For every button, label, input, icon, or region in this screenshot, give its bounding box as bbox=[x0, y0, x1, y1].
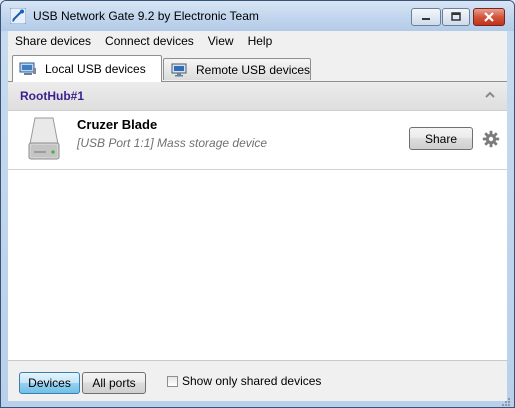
devices-button[interactable]: Devices bbox=[19, 372, 80, 394]
menu-share-devices[interactable]: Share devices bbox=[8, 34, 98, 48]
menu-bar: Share devices Connect devices View Help bbox=[8, 31, 507, 52]
resize-grip-icon[interactable] bbox=[501, 397, 511, 407]
menu-view[interactable]: View bbox=[201, 34, 241, 48]
show-only-shared-checkbox[interactable] bbox=[167, 375, 178, 387]
main-content: Local USB devices Remote USB devices Roo… bbox=[8, 51, 507, 401]
bottom-bar: Devices All ports Show only shared devic… bbox=[8, 360, 507, 401]
external-drive-icon bbox=[28, 117, 60, 160]
menu-connect-devices[interactable]: Connect devices bbox=[98, 34, 201, 48]
hub-title: RootHub#1 bbox=[20, 89, 84, 103]
minimize-button[interactable] bbox=[411, 8, 441, 26]
tab-remote-usb-devices[interactable]: Remote USB devices bbox=[163, 58, 311, 80]
show-only-shared-label: Show only shared devices bbox=[182, 374, 322, 388]
hub-header[interactable]: RootHub#1 bbox=[8, 82, 507, 111]
all-ports-button[interactable]: All ports bbox=[82, 372, 146, 394]
minimize-icon bbox=[422, 18, 430, 20]
gear-icon[interactable] bbox=[482, 130, 500, 148]
menu-help[interactable]: Help bbox=[241, 34, 280, 48]
app-window: USB Network Gate 9.2 by Electronic Team … bbox=[0, 0, 515, 408]
close-button[interactable] bbox=[473, 8, 505, 26]
tab-local-usb-devices-label: Local USB devices bbox=[45, 62, 146, 76]
window-title: USB Network Gate 9.2 by Electronic Team bbox=[33, 9, 259, 23]
chevron-up-icon[interactable] bbox=[484, 90, 496, 100]
tab-remote-usb-devices-label: Remote USB devices bbox=[196, 62, 311, 77]
remote-monitor-icon bbox=[171, 63, 187, 76]
tab-strip: Local USB devices Remote USB devices bbox=[8, 51, 507, 82]
show-only-shared-toggle[interactable]: Show only shared devices bbox=[167, 374, 321, 388]
title-bar[interactable]: USB Network Gate 9.2 by Electronic Team bbox=[1, 1, 514, 31]
tab-local-usb-devices[interactable]: Local USB devices bbox=[12, 55, 162, 82]
maximize-icon bbox=[451, 12, 461, 21]
share-button[interactable]: Share bbox=[409, 127, 473, 150]
device-panel: RootHub#1 Cruzer Blade [USB Port 1:1] Ma… bbox=[8, 82, 507, 360]
device-description: [USB Port 1:1] Mass storage device bbox=[77, 136, 268, 150]
maximize-button[interactable] bbox=[442, 8, 470, 26]
local-computer-icon bbox=[19, 62, 36, 75]
device-name: Cruzer Blade bbox=[77, 117, 158, 132]
close-icon bbox=[484, 12, 494, 22]
usb-network-gate-logo-icon bbox=[10, 8, 26, 24]
device-row[interactable]: Cruzer Blade [USB Port 1:1] Mass storage… bbox=[8, 111, 507, 170]
